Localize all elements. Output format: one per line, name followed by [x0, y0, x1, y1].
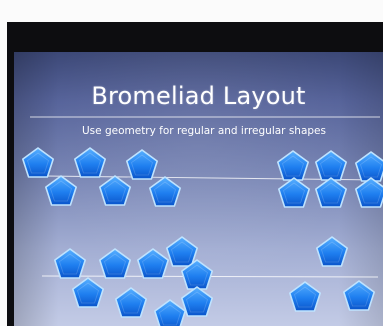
pentagon-shape [277, 177, 311, 208]
pentagon-shape [314, 150, 348, 181]
pentagon-shape [342, 280, 376, 311]
pentagon-shape [154, 299, 186, 326]
planting-diagram [21, 116, 383, 326]
pentagon-shape [149, 176, 181, 207]
photo: Bromeliad Layout Use geometry for regula… [0, 0, 383, 326]
pentagon-shape [314, 177, 348, 208]
pentagon-shape [181, 286, 213, 317]
pentagon-shape [288, 281, 322, 312]
pentagon-shape [276, 150, 310, 181]
pentagon-shape [115, 287, 147, 318]
pentagon-shape [53, 248, 86, 279]
pentagon-shape [166, 236, 198, 267]
pentagon-shape [21, 147, 55, 178]
pentagon-shape [44, 175, 77, 206]
pentagon-shape [315, 236, 349, 267]
pentagon-shape [99, 175, 131, 206]
pentagon-shape [74, 147, 106, 178]
pentagon-shape [354, 177, 383, 208]
pentagon-shape [137, 248, 169, 279]
pentagon-shape [354, 151, 383, 182]
pentagon-shape [126, 149, 158, 180]
pentagon-shape [72, 277, 104, 308]
pentagon-shape [99, 248, 131, 279]
